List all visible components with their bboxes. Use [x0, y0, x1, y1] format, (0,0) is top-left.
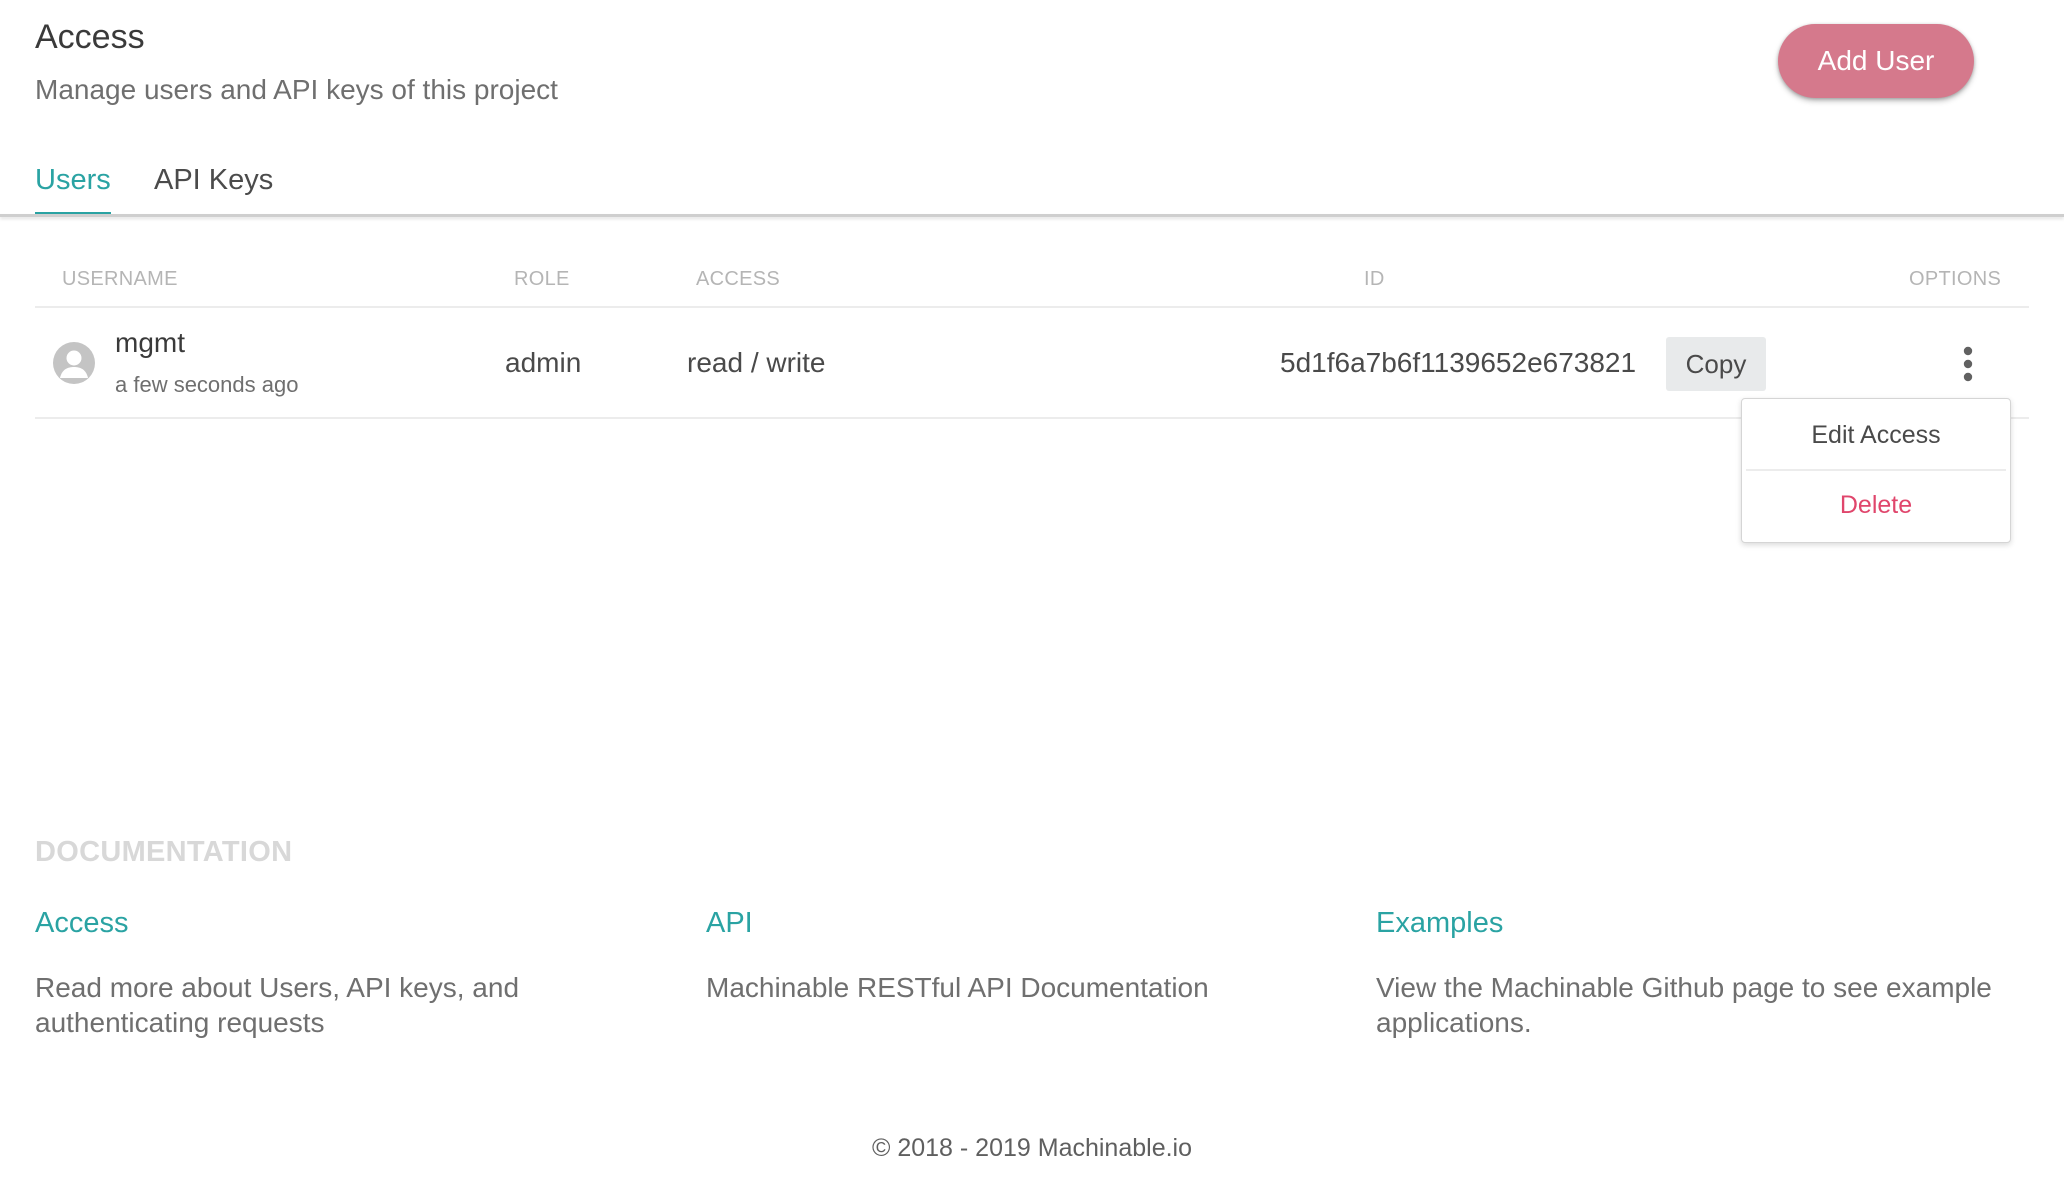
user-name: mgmt — [115, 327, 185, 358]
tab-users[interactable]: Users — [35, 164, 111, 216]
column-header-username: USERNAME — [62, 268, 178, 290]
user-role: admin — [505, 347, 582, 378]
table-header-divider — [35, 306, 2029, 308]
user-access: read / write — [687, 347, 826, 378]
page-title: Access — [35, 18, 145, 56]
menu-item-edit-access[interactable]: Edit Access — [1742, 421, 2010, 450]
tab-api-keys[interactable]: API Keys — [154, 164, 273, 197]
column-header-id: ID — [1364, 268, 1385, 290]
user-avatar-icon — [53, 342, 95, 384]
doc-description-access: Read more about Users, API keys, and aut… — [35, 972, 520, 1038]
page-subtitle: Manage users and API keys of this projec… — [35, 74, 558, 105]
footer-copyright: © 2018 - 2019 Machinable.io — [871, 1134, 1193, 1162]
doc-link-api[interactable]: API — [706, 907, 753, 940]
copy-id-button[interactable]: Copy — [1666, 337, 1766, 391]
column-header-access: ACCESS — [696, 268, 781, 290]
table-row-divider — [35, 417, 2029, 419]
column-header-role: ROLE — [514, 268, 570, 290]
doc-description-api: Machinable RESTful API Documentation — [706, 972, 1209, 1003]
more-vertical-icon[interactable] — [1954, 346, 1982, 382]
doc-link-examples[interactable]: Examples — [1376, 907, 1503, 940]
access-page: Access Manage users and API keys of this… — [0, 0, 2064, 1194]
tab-bar: Users API Keys — [0, 150, 2064, 218]
column-header-options: OPTIONS — [1909, 268, 2002, 290]
menu-divider — [1746, 469, 2006, 471]
documentation-heading: DOCUMENTATION — [35, 836, 293, 868]
options-dropdown-menu: Edit Access Delete — [1741, 398, 2011, 543]
add-user-button[interactable]: Add User — [1778, 24, 1974, 98]
menu-item-delete[interactable]: Delete — [1742, 491, 2010, 520]
user-id: 5d1f6a7b6f1139652e673821 — [1280, 347, 1637, 378]
user-created-time: a few seconds ago — [115, 372, 299, 397]
doc-link-access[interactable]: Access — [35, 907, 128, 940]
doc-description-examples: View the Machinable Github page to see e… — [1376, 972, 1992, 1038]
tab-bar-divider — [0, 214, 2064, 217]
